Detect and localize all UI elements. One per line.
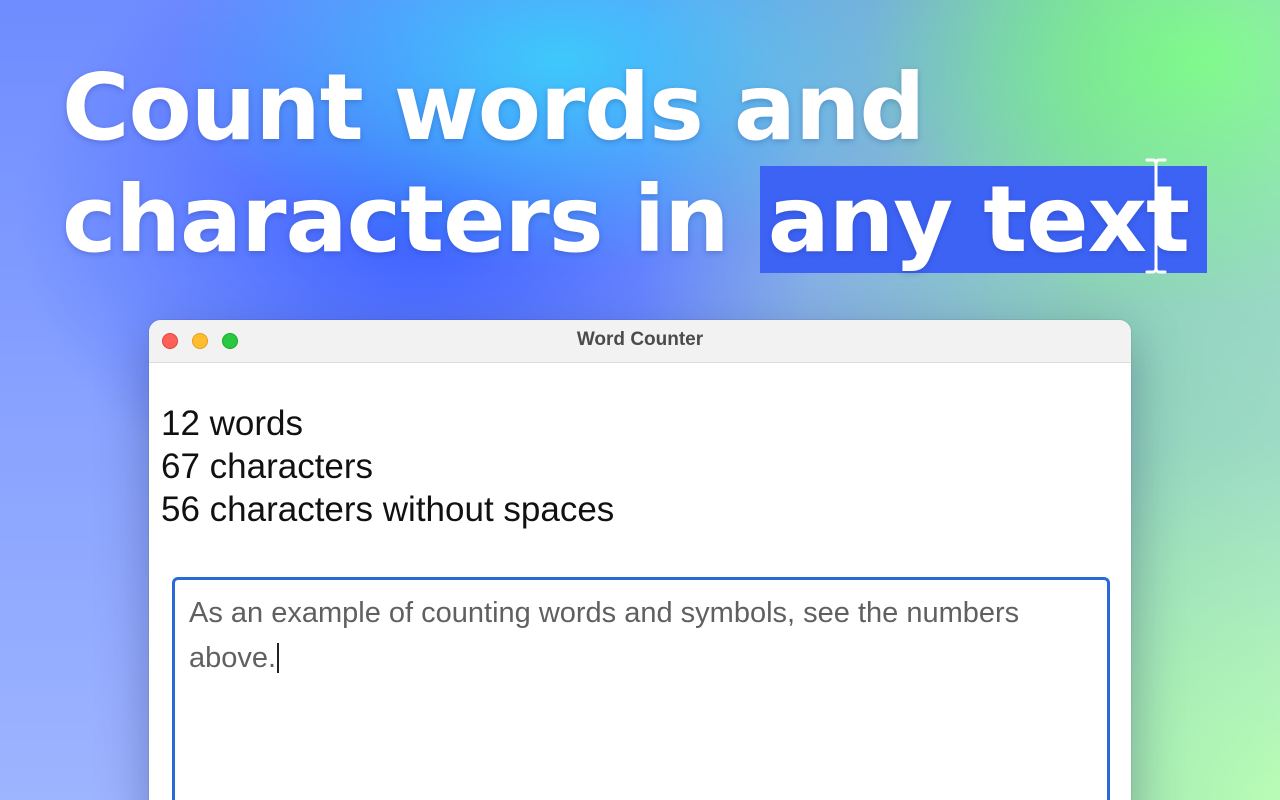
headline-line-2-prefix: characters in [62,166,760,273]
window-title: Word Counter [576,329,704,350]
title-bar[interactable]: Word Counter [149,320,1131,363]
headline-highlight: any text [759,166,1207,273]
app-window: Word Counter 12 words 67 characters 56 c… [149,320,1131,800]
text-editor[interactable]: As an example of counting words and symb… [172,577,1110,800]
headline-line-2: characters in any text [62,164,1207,276]
headline: Count words and characters in any text [62,52,1207,276]
text-caret [277,643,280,673]
stats-panel: 12 words 67 characters 56 characters wit… [161,402,614,531]
headline-line-1: Count words and [62,54,925,161]
character-count-no-spaces: 56 characters without spaces [161,490,615,529]
character-count: 67 characters [161,447,374,486]
text-cursor-ibeam-icon [1145,158,1167,274]
word-count: 12 words [161,404,304,443]
editor-text: As an example of counting words and symb… [189,597,1020,674]
